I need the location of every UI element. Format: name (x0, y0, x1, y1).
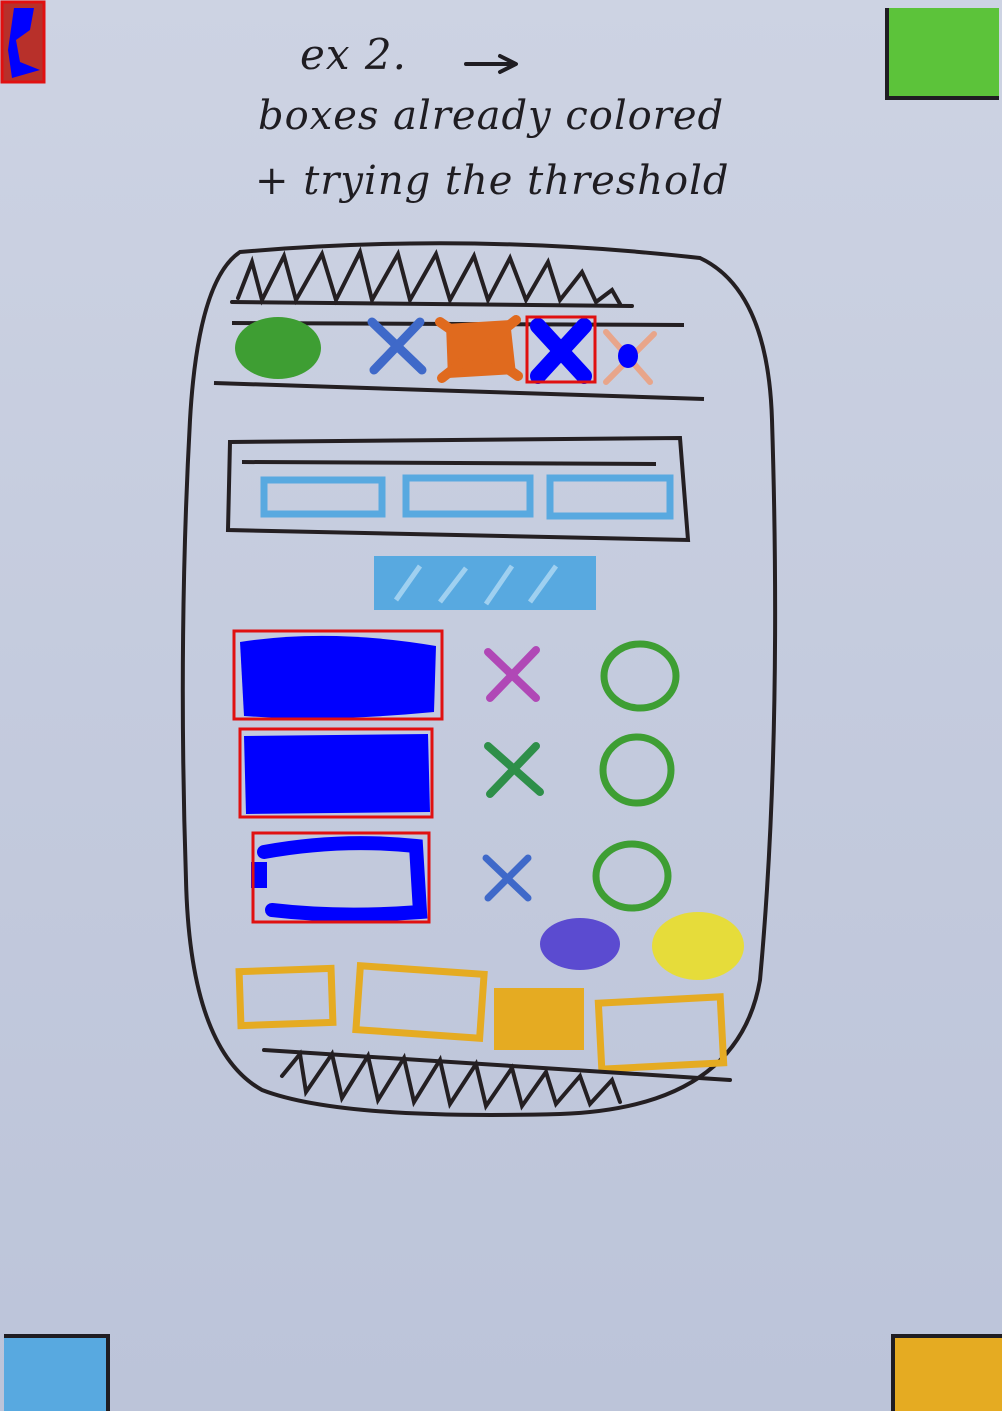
arrow-right-icon (464, 54, 518, 74)
green-circle-icon (600, 640, 680, 712)
magenta-x-icon (484, 646, 540, 702)
list-row-1 (232, 629, 680, 721)
tab-3 (546, 474, 674, 520)
bottom-box-2 (352, 962, 488, 1042)
blue-x-icon (367, 317, 427, 375)
tab-1 (260, 476, 386, 518)
corner-marker-top-left (0, 0, 46, 84)
paper-sheet: ex 2. boxes already colored + trying the… (0, 0, 1002, 1411)
green-circle-icon (599, 733, 675, 807)
green-dot-icon (235, 317, 321, 379)
orange-scribble-icon (435, 315, 523, 383)
corner-marker-bottom-right (891, 1334, 1002, 1411)
list-row-2 (238, 727, 675, 819)
header-bar-hatched (230, 246, 634, 308)
green-x-icon (484, 742, 544, 798)
tab-bar (225, 435, 691, 543)
bottom-box-3 (494, 988, 584, 1050)
toolbar-row (213, 315, 705, 401)
yellow-scribble-icon (652, 912, 744, 980)
tab-2 (402, 474, 534, 518)
purple-scribble-icon (540, 918, 620, 970)
sketch-drawing (0, 0, 1002, 1411)
bottom-box-1 (235, 964, 337, 1030)
toolbar-item-4-detected (525, 315, 597, 384)
green-circle-icon (592, 840, 672, 912)
corner-marker-bottom-left (4, 1334, 110, 1411)
blue-dot-icon (618, 344, 638, 368)
bottom-box-4 (594, 993, 728, 1073)
blue-x-icon (482, 854, 532, 902)
action-button-filled (374, 556, 596, 610)
corner-marker-top-right (885, 8, 999, 100)
list-row-3 (251, 831, 672, 924)
